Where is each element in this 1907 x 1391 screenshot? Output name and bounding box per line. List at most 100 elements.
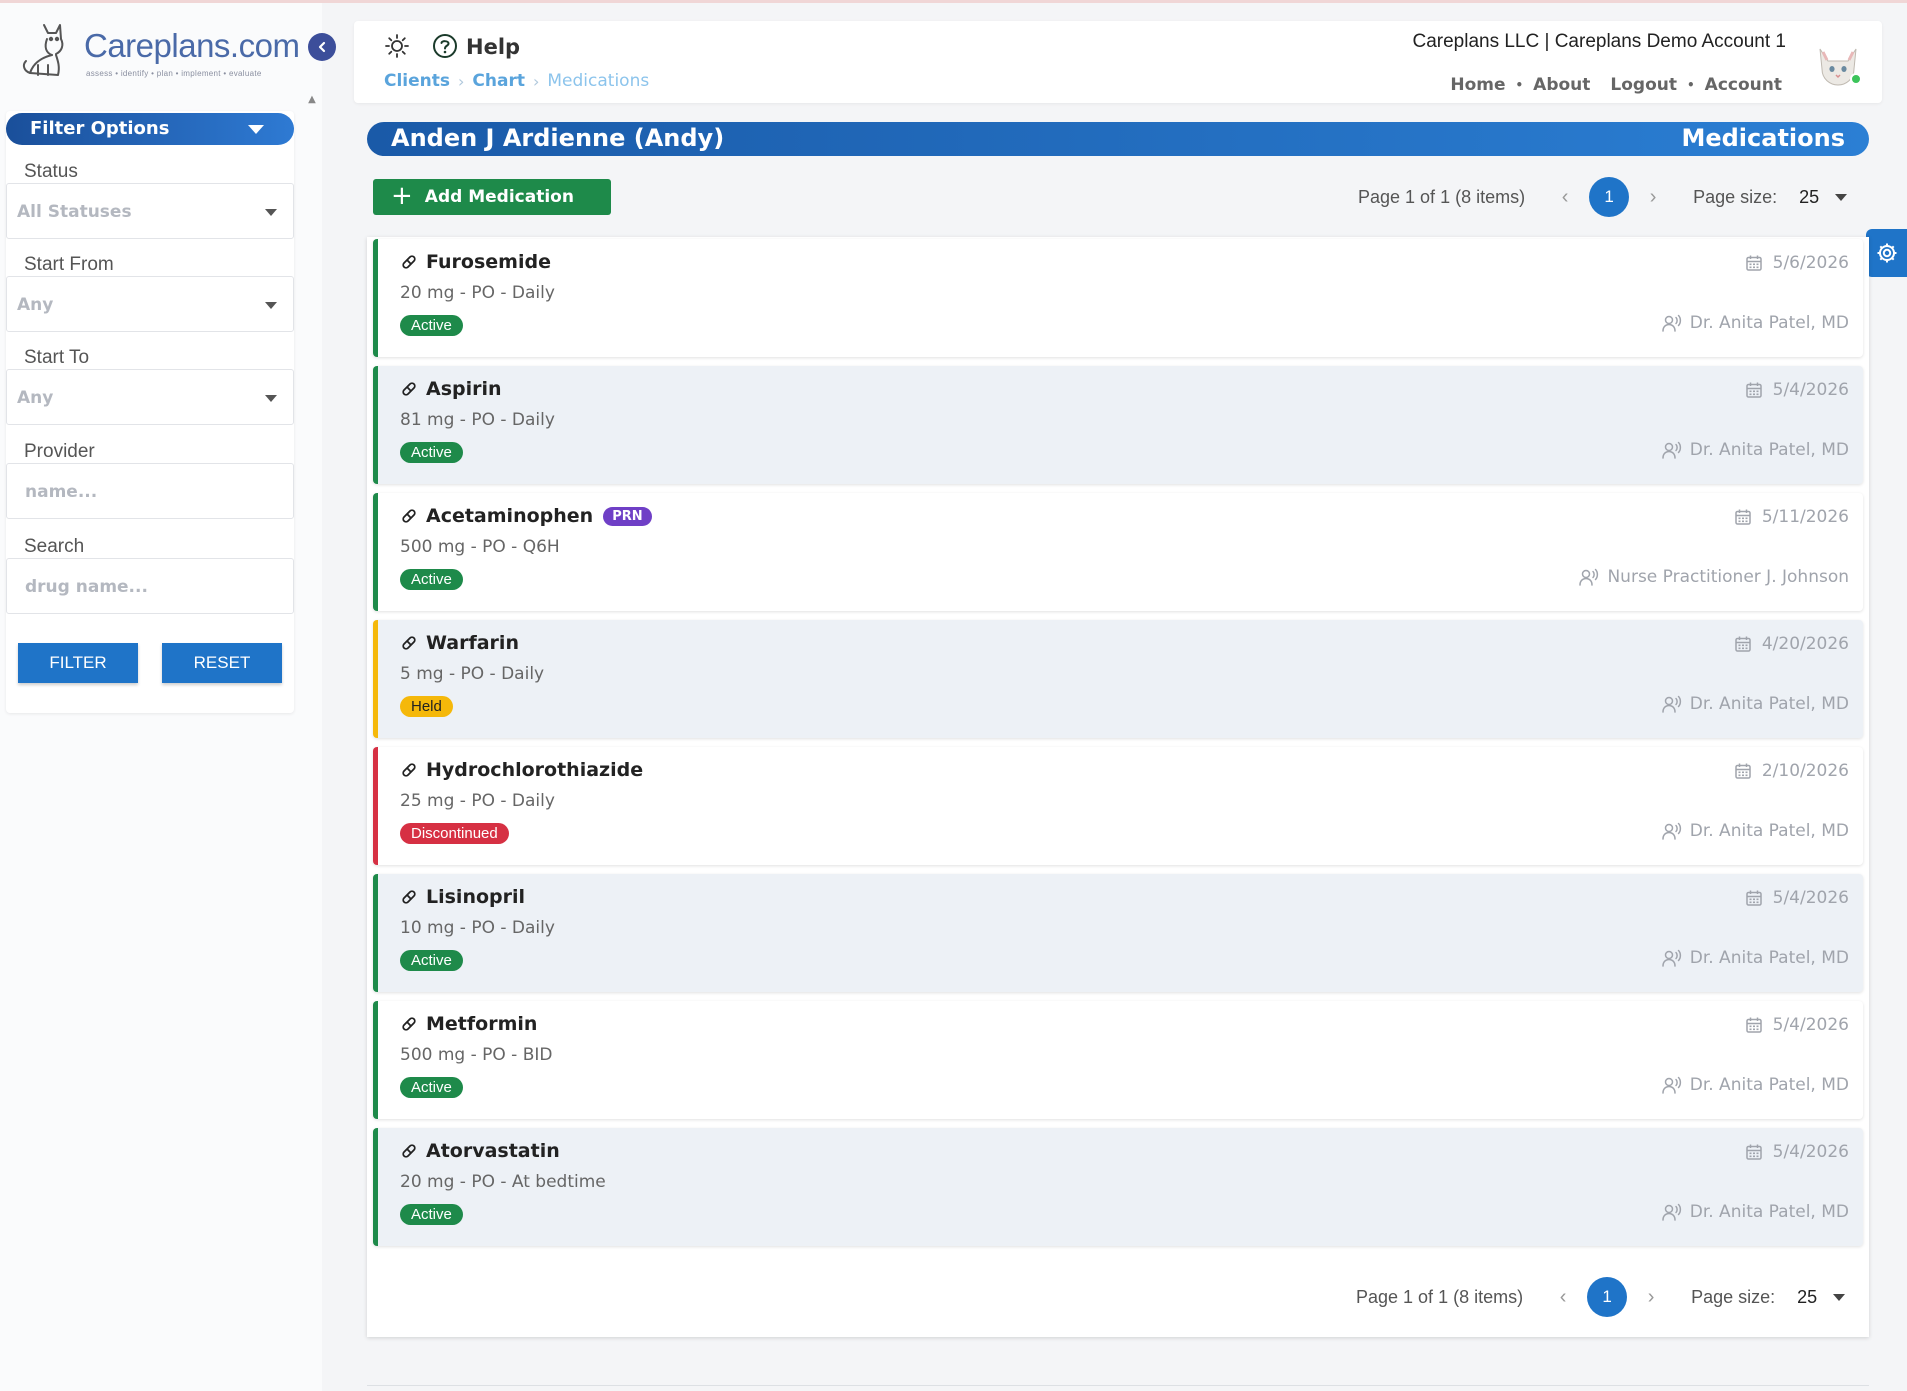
sidebar: Careplans.com assess • identify • plan •… bbox=[0, 3, 336, 1391]
status-badge: Active bbox=[400, 569, 463, 590]
medication-name-row: Hydrochlorothiazide bbox=[400, 759, 643, 781]
filter-button[interactable]: FILTER bbox=[18, 643, 138, 683]
pill-icon bbox=[402, 1144, 416, 1158]
start-from-label: Start From bbox=[16, 254, 122, 276]
nav-account[interactable]: Account bbox=[1705, 75, 1782, 95]
medication-name[interactable]: Furosemide bbox=[426, 251, 551, 273]
reset-button[interactable]: RESET bbox=[162, 643, 282, 683]
person-voice-icon bbox=[1661, 1203, 1681, 1221]
nav-home[interactable]: Home bbox=[1450, 75, 1505, 95]
medication-name[interactable]: Aspirin bbox=[426, 378, 502, 400]
page-number-button[interactable]: 1 bbox=[1587, 1277, 1628, 1317]
person-voice-icon bbox=[1661, 949, 1681, 967]
medication-name[interactable]: Lisinopril bbox=[426, 886, 525, 908]
medication-name[interactable]: Warfarin bbox=[426, 632, 519, 654]
medication-date-text: 4/20/2026 bbox=[1761, 634, 1849, 654]
avatar[interactable] bbox=[1810, 35, 1866, 91]
calendar-icon bbox=[1735, 509, 1751, 525]
medication-date-text: 5/4/2026 bbox=[1772, 888, 1849, 908]
medication-dose: 5 mg - PO - Daily bbox=[400, 664, 545, 684]
medication-dose: 500 mg - PO - BID bbox=[400, 1045, 553, 1065]
pager-info: Page 1 of 1 (8 items) bbox=[1358, 186, 1526, 207]
scroll-up-arrow-icon[interactable]: ▲ bbox=[306, 95, 318, 105]
pager-top: Page 1 of 1 (8 items) ‹ 1 › Page size: 2… bbox=[1358, 177, 1848, 217]
pager-info: Page 1 of 1 (8 items) bbox=[1356, 1286, 1524, 1307]
calendar-icon bbox=[1745, 1144, 1762, 1160]
add-medication-label: Add Medication bbox=[424, 187, 574, 207]
nav-about[interactable]: About bbox=[1533, 75, 1590, 95]
medication-card[interactable]: Atorvastatin 20 mg - PO - At bedtime Act… bbox=[373, 1128, 1863, 1246]
status-badge: Active bbox=[400, 315, 463, 336]
calendar-icon bbox=[1745, 890, 1762, 906]
nav-separator-dot: • bbox=[1515, 78, 1524, 92]
medication-date: 5/11/2026 bbox=[1734, 507, 1849, 527]
medication-date-text: 5/6/2026 bbox=[1772, 253, 1849, 273]
medication-card[interactable]: Furosemide 20 mg - PO - Daily Active 5/6… bbox=[373, 239, 1863, 357]
medication-date: 5/4/2026 bbox=[1745, 380, 1849, 400]
medication-card[interactable]: Warfarin 5 mg - PO - Daily Held 4/20/202… bbox=[373, 620, 1863, 738]
chevron-right-icon[interactable]: › bbox=[1643, 186, 1663, 209]
person-voice-icon bbox=[1661, 695, 1681, 713]
calendar-icon bbox=[1735, 636, 1751, 652]
filter-panel: Filter Options Status All Statuses Start… bbox=[6, 111, 294, 713]
help-link[interactable]: Help bbox=[466, 35, 520, 59]
caret-down-icon bbox=[265, 395, 277, 402]
page-number-button[interactable]: 1 bbox=[1589, 177, 1630, 217]
logo-wordmark: Careplans.com bbox=[84, 27, 300, 64]
chevron-right-icon: › bbox=[532, 71, 540, 91]
medication-name-row: Aspirin bbox=[400, 378, 502, 400]
medication-provider: Dr. Anita Patel, MD bbox=[1661, 1202, 1849, 1222]
medication-name[interactable]: Acetaminophen bbox=[426, 505, 593, 527]
start-to-select[interactable]: Any bbox=[6, 369, 294, 425]
add-medication-button[interactable]: + Add Medication bbox=[373, 179, 611, 215]
medication-name-row: Furosemide bbox=[400, 251, 551, 273]
calendar-icon bbox=[1735, 763, 1751, 779]
medication-name[interactable]: Atorvastatin bbox=[426, 1140, 560, 1162]
logo-tagline: assess • identify • plan • implement • e… bbox=[86, 69, 262, 78]
sidebar-collapse-button[interactable] bbox=[308, 33, 336, 61]
status-badge: Discontinued bbox=[400, 823, 509, 844]
medication-card[interactable]: Acetaminophen PRN 500 mg - PO - Q6H Acti… bbox=[373, 493, 1863, 611]
settings-button[interactable] bbox=[1866, 229, 1907, 277]
pill-icon bbox=[402, 763, 416, 777]
medication-dose: 500 mg - PO - Q6H bbox=[400, 537, 560, 557]
patient-name: Anden J Ardienne (Andy) bbox=[391, 124, 725, 152]
medication-date: 5/4/2026 bbox=[1745, 1015, 1849, 1035]
filter-options-toggle[interactable]: Filter Options bbox=[6, 113, 294, 145]
search-input[interactable]: drug name... bbox=[6, 558, 294, 614]
medication-provider: Dr. Anita Patel, MD bbox=[1661, 1075, 1849, 1095]
help-circle-icon[interactable] bbox=[432, 33, 458, 59]
cat-logo-icon bbox=[22, 24, 64, 76]
sun-icon[interactable] bbox=[384, 33, 410, 59]
start-to-label: Start To bbox=[16, 347, 98, 369]
status-badge: Active bbox=[400, 1077, 463, 1098]
start-from-select[interactable]: Any bbox=[6, 276, 294, 332]
caret-down-icon[interactable] bbox=[1835, 193, 1848, 201]
nav-logout[interactable]: Logout bbox=[1610, 75, 1677, 95]
logo[interactable]: Careplans.com assess • identify • plan •… bbox=[14, 19, 304, 81]
breadcrumb-clients[interactable]: Clients bbox=[384, 71, 450, 91]
chevron-left-icon[interactable]: ‹ bbox=[1555, 186, 1575, 209]
medication-card[interactable]: Aspirin 81 mg - PO - Daily Active 5/4/20… bbox=[373, 366, 1863, 484]
caret-down-icon[interactable] bbox=[1833, 1293, 1846, 1301]
page-size-select[interactable]: 25 bbox=[1799, 187, 1819, 208]
chevron-right-icon[interactable]: › bbox=[1641, 1286, 1661, 1309]
medication-card[interactable]: Lisinopril 10 mg - PO - Daily Active 5/4… bbox=[373, 874, 1863, 992]
medication-name[interactable]: Metformin bbox=[426, 1013, 537, 1035]
calendar-icon bbox=[1745, 255, 1762, 271]
provider-input[interactable]: name... bbox=[6, 463, 294, 519]
page-size-select[interactable]: 25 bbox=[1797, 1287, 1817, 1308]
top-nav: Home • About Logout • Account bbox=[1450, 75, 1782, 95]
breadcrumb: Clients › Chart › Medications bbox=[384, 71, 649, 91]
chevron-left-icon[interactable]: ‹ bbox=[1553, 1286, 1573, 1309]
medication-date: 2/10/2026 bbox=[1734, 761, 1849, 781]
caret-down-icon bbox=[265, 302, 277, 309]
medication-provider-text: Dr. Anita Patel, MD bbox=[1689, 948, 1849, 968]
status-select[interactable]: All Statuses bbox=[6, 183, 294, 239]
medication-name-row: Lisinopril bbox=[400, 886, 525, 908]
medication-card[interactable]: Metformin 500 mg - PO - BID Active 5/4/2… bbox=[373, 1001, 1863, 1119]
breadcrumb-chart[interactable]: Chart bbox=[472, 71, 525, 91]
medication-card[interactable]: Hydrochlorothiazide 25 mg - PO - Daily D… bbox=[373, 747, 1863, 865]
medication-name[interactable]: Hydrochlorothiazide bbox=[426, 759, 643, 781]
medication-date-text: 5/4/2026 bbox=[1772, 1015, 1849, 1035]
